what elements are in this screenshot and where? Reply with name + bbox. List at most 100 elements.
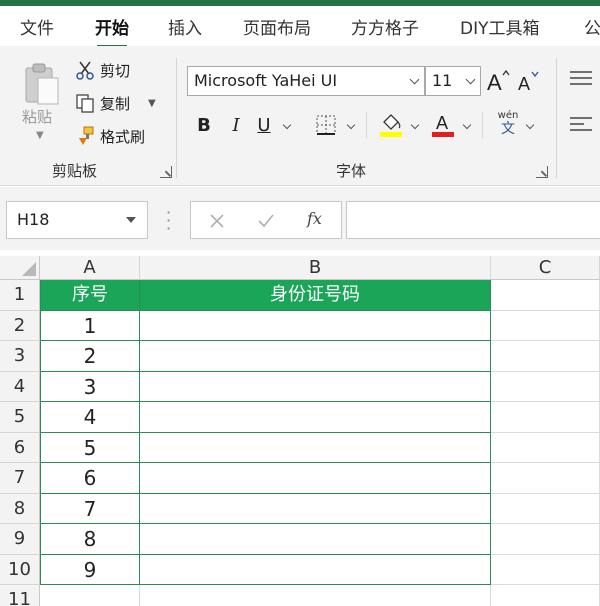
clipboard-group-label: 剪贴板 <box>52 162 98 180</box>
underline-dropdown-icon[interactable] <box>282 120 292 130</box>
cut-button[interactable]: 剪切 <box>74 58 130 82</box>
table-cell[interactable] <box>491 341 600 372</box>
table-cell[interactable] <box>491 585 600 606</box>
table-cell[interactable] <box>140 402 491 433</box>
table-cell[interactable]: 5 <box>40 432 140 463</box>
group-separator <box>176 58 177 178</box>
align-top-button[interactable] <box>570 68 594 92</box>
row-header[interactable]: 10 <box>0 554 40 585</box>
increase-font-size-button[interactable]: A <box>486 66 512 96</box>
column-header-c[interactable]: C <box>491 256 600 280</box>
cancel-icon[interactable] <box>209 213 225 229</box>
borders-button[interactable] <box>313 112 339 138</box>
table-cell[interactable] <box>491 463 600 494</box>
table-cell[interactable] <box>491 524 600 555</box>
table-cell[interactable] <box>140 463 491 494</box>
table-cell[interactable]: 1 <box>40 310 140 341</box>
underline-button[interactable]: U <box>254 112 274 138</box>
grip-icon[interactable]: · · · <box>166 205 171 237</box>
tab-file[interactable]: 文件 <box>20 14 54 39</box>
copy-button[interactable]: 复制 ▼ <box>74 91 156 115</box>
table-cell[interactable] <box>140 524 491 555</box>
font-color-button[interactable]: A <box>430 108 456 140</box>
row-header[interactable]: 9 <box>0 524 40 555</box>
row-header[interactable]: 4 <box>0 371 40 402</box>
table-cell[interactable] <box>140 371 491 402</box>
table-cell[interactable]: 4 <box>40 402 140 433</box>
decrease-font-icon: A <box>518 71 539 94</box>
table-cell[interactable] <box>491 371 600 402</box>
borders-icon <box>316 115 336 135</box>
copy-dropdown-icon[interactable]: ▼ <box>148 98 156 109</box>
font-size-value: 11 <box>432 71 453 90</box>
table-cell[interactable] <box>40 585 140 606</box>
row-header[interactable]: 6 <box>0 432 40 463</box>
table-cell[interactable]: 3 <box>40 371 140 402</box>
decrease-font-size-button[interactable]: A <box>516 66 542 96</box>
tab-fangfang-gezi[interactable]: 方方格子 <box>351 14 419 39</box>
worksheet-grid[interactable]: A B C 1 序号 身份证号码 2 1 3 2 4 3 5 4 6 5 7 6 8 7 9 8 10 9 11 <box>0 250 600 606</box>
phonetic-guide-button[interactable]: wén 文 <box>494 110 522 140</box>
table-cell[interactable] <box>140 341 491 372</box>
header-cell-seq[interactable]: 序号 <box>40 280 140 311</box>
table-cell[interactable]: 9 <box>40 554 140 585</box>
row-header[interactable]: 2 <box>0 310 40 341</box>
phonetic-bottom-label: 文 <box>501 121 515 137</box>
table-cell[interactable]: 8 <box>40 524 140 555</box>
increase-font-icon: A <box>487 69 510 94</box>
font-group-label: 字体 <box>336 162 367 180</box>
font-launcher-icon[interactable] <box>536 166 548 178</box>
row-header[interactable]: 5 <box>0 402 40 433</box>
table-cell[interactable] <box>140 585 491 606</box>
fill-color-button[interactable] <box>378 108 404 140</box>
formula-input[interactable] <box>346 201 600 239</box>
tab-diy-toolbox[interactable]: DIY工具箱 <box>460 14 540 39</box>
tab-insert[interactable]: 插入 <box>168 14 202 39</box>
table-cell[interactable] <box>140 493 491 524</box>
divider <box>482 112 483 138</box>
format-painter-icon <box>74 125 96 147</box>
font-size-select[interactable]: 11 <box>425 66 481 96</box>
table-cell[interactable]: 2 <box>40 341 140 372</box>
insert-function-button[interactable]: fx <box>307 209 322 228</box>
paste-label: 粘贴 <box>22 108 53 126</box>
table-cell[interactable] <box>491 280 600 311</box>
table-cell[interactable] <box>491 493 600 524</box>
row-header[interactable]: 11 <box>0 585 40 606</box>
tab-formulas[interactable]: 公 <box>584 14 600 39</box>
column-header-a[interactable]: A <box>40 256 140 280</box>
italic-button[interactable]: I <box>226 112 246 138</box>
enter-check-icon[interactable] <box>257 213 275 229</box>
table-cell[interactable] <box>491 554 600 585</box>
row-header[interactable]: 7 <box>0 463 40 494</box>
bold-button[interactable]: B <box>194 112 214 138</box>
header-cell-id-number[interactable]: 身份证号码 <box>140 280 491 311</box>
table-cell[interactable]: 7 <box>40 493 140 524</box>
name-box[interactable]: H18 <box>6 201 148 239</box>
clipboard-launcher-icon[interactable] <box>160 166 172 178</box>
select-all-button[interactable] <box>0 256 40 280</box>
table-cell[interactable] <box>140 310 491 341</box>
cut-label: 剪切 <box>100 61 131 80</box>
table-cell[interactable] <box>491 402 600 433</box>
tab-home[interactable]: 开始 <box>95 14 129 48</box>
font-color-dropdown-icon[interactable] <box>462 120 472 130</box>
font-name-select[interactable]: Microsoft YaHei UI <box>187 66 425 96</box>
format-painter-label: 格式刷 <box>100 127 146 146</box>
tab-page-layout[interactable]: 页面布局 <box>243 14 311 39</box>
phonetic-dropdown-icon[interactable] <box>525 120 535 130</box>
fill-color-dropdown-icon[interactable] <box>410 120 420 130</box>
table-cell[interactable] <box>140 554 491 585</box>
row-header[interactable]: 1 <box>0 280 40 311</box>
paste-dropdown-icon[interactable]: ▼ <box>36 130 44 141</box>
table-cell[interactable] <box>140 432 491 463</box>
column-header-b[interactable]: B <box>140 256 491 280</box>
table-cell[interactable] <box>491 432 600 463</box>
align-left-button[interactable] <box>570 114 594 138</box>
format-painter-button[interactable]: 格式刷 <box>74 124 145 148</box>
row-header[interactable]: 3 <box>0 341 40 372</box>
row-header[interactable]: 8 <box>0 493 40 524</box>
table-cell[interactable] <box>491 310 600 341</box>
table-cell[interactable]: 6 <box>40 463 140 494</box>
borders-dropdown-icon[interactable] <box>346 120 356 130</box>
